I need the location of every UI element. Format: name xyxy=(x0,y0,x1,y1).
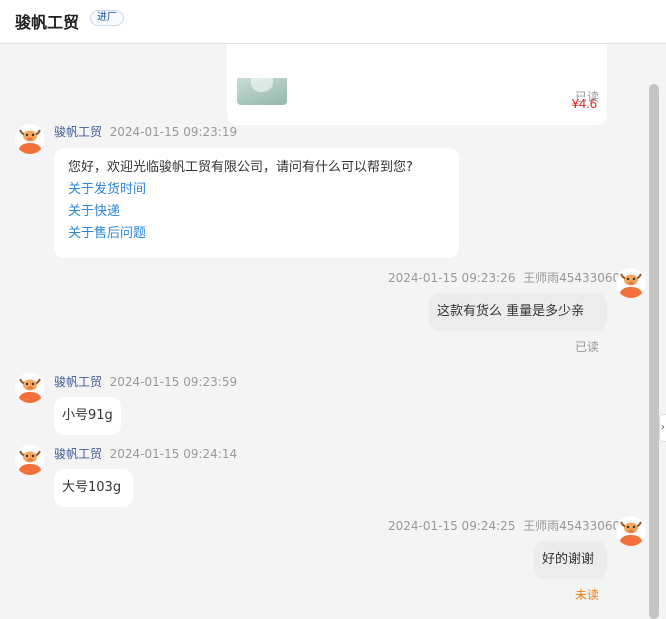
message-time: 2024-01-15 09:23:59 xyxy=(109,375,238,389)
message-bubble: 小号91g xyxy=(54,397,121,435)
message-meta: 2024-01-15 09:23:26 王师雨45433060 xyxy=(388,269,620,286)
message-meta: 骏帆工贸 2024-01-15 09:24:14 xyxy=(54,445,237,462)
message-bubble: 您好，欢迎光临骏帆工贸有限公司，请问有什么可以帮到您? 关于发货时间 关于快递 … xyxy=(54,148,459,258)
quick-question-link[interactable]: 关于售后问题 xyxy=(68,223,445,245)
user-avatar-icon[interactable] xyxy=(616,268,646,298)
shop-avatar-icon[interactable] xyxy=(15,373,45,403)
sender-name[interactable]: 骏帆工贸 xyxy=(54,125,102,139)
sender-name[interactable]: 王师雨45433060 xyxy=(523,519,620,533)
message-meta: 骏帆工贸 2024-01-15 09:23:19 xyxy=(54,123,237,140)
message-text: 小号91g xyxy=(62,408,113,423)
read-status: 已读 xyxy=(575,340,600,354)
shop-avatar-icon[interactable] xyxy=(15,445,45,475)
shop-tag-badge[interactable]: 进厂 xyxy=(90,10,124,26)
shop-avatar-icon[interactable] xyxy=(15,124,45,154)
message-text: 您好，欢迎光临骏帆工贸有限公司，请问有什么可以帮到您? xyxy=(68,160,413,175)
product-thumbnail[interactable] xyxy=(237,78,287,105)
read-status: 已读 xyxy=(575,90,600,104)
scrollbar-thumb[interactable] xyxy=(649,84,659,619)
message-meta: 2024-01-15 09:24:25 王师雨45433060 xyxy=(388,517,620,534)
message-bubble: 这款有货么 重量是多少亲 xyxy=(429,293,607,331)
product-card[interactable]: ¥4.6 xyxy=(227,44,607,125)
user-avatar-icon[interactable] xyxy=(616,516,646,546)
unread-status: 未读 xyxy=(575,588,600,602)
message-time: 2024-01-15 09:24:14 xyxy=(109,447,238,461)
sender-name[interactable]: 王师雨45433060 xyxy=(523,271,620,285)
shop-name[interactable]: 骏帆工贸 xyxy=(15,9,79,33)
message-bubble: 好的谢谢 xyxy=(534,541,607,579)
scrollbar[interactable] xyxy=(649,84,659,619)
message-text: 好的谢谢 xyxy=(542,552,595,567)
message-list[interactable]: ¥4.6 已读 骏帆工贸 2024-01-15 09:23:19 您好，欢迎光临… xyxy=(0,44,666,619)
chevron-right-icon[interactable]: › xyxy=(659,414,666,442)
message-meta: 骏帆工贸 2024-01-15 09:23:59 xyxy=(54,373,237,390)
message-bubble: 大号103g xyxy=(54,469,133,507)
message-time: 2024-01-15 09:23:26 xyxy=(388,271,516,285)
chat-header: 骏帆工贸 进厂 xyxy=(0,0,666,44)
quick-question-link[interactable]: 关于发货时间 xyxy=(68,179,445,201)
message-time: 2024-01-15 09:23:19 xyxy=(109,125,238,139)
sender-name[interactable]: 骏帆工贸 xyxy=(54,447,102,461)
message-time: 2024-01-15 09:24:25 xyxy=(388,519,516,533)
message-text: 大号103g xyxy=(62,480,122,495)
quick-question-link[interactable]: 关于快递 xyxy=(68,201,445,223)
message-text: 这款有货么 重量是多少亲 xyxy=(437,304,585,319)
sender-name[interactable]: 骏帆工贸 xyxy=(54,375,102,389)
